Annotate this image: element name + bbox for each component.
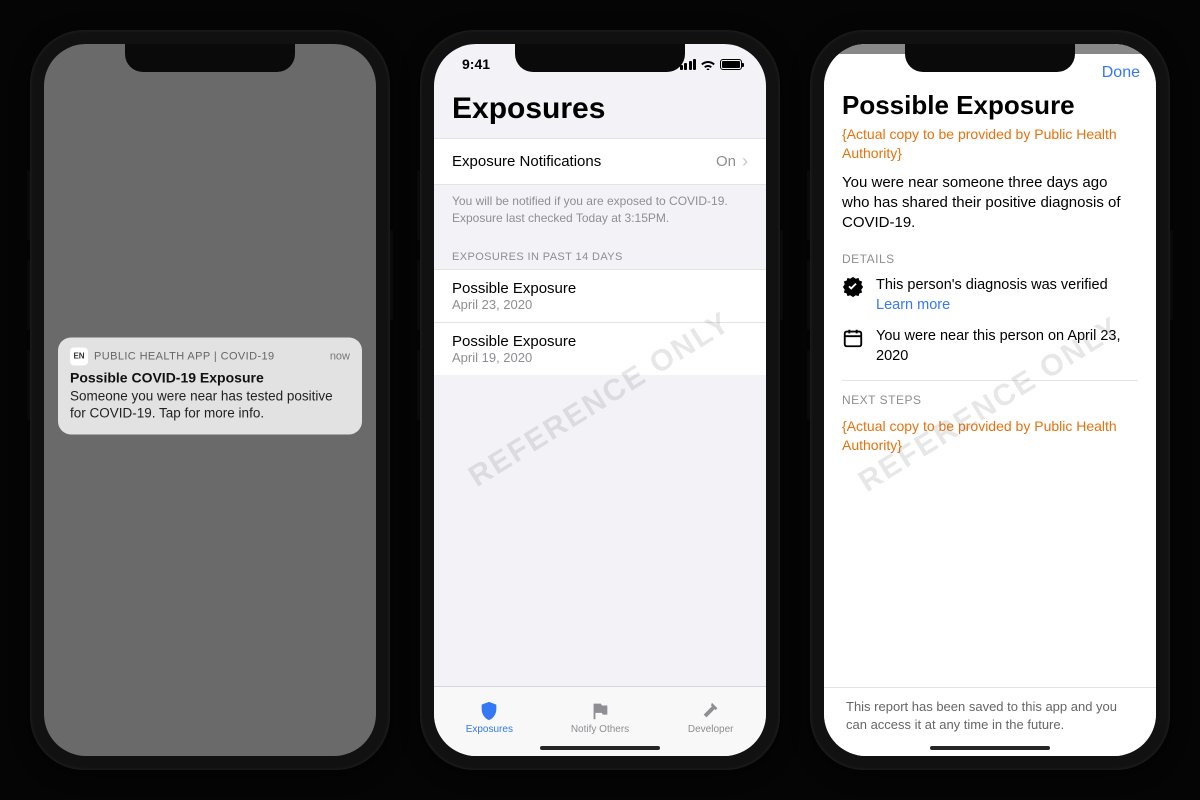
tab-label: Notify Others xyxy=(571,724,629,735)
detail-text: This person's diagnosis was verified xyxy=(876,276,1108,296)
wifi-icon xyxy=(700,58,716,70)
detail-text: You were near this person on April 23, 2… xyxy=(876,327,1138,366)
row-label: Exposure Notifications xyxy=(452,153,601,170)
notification-body: Someone you were near has tested positiv… xyxy=(70,387,350,422)
notification-banner[interactable]: EN PUBLIC HEALTH APP | COVID-19 now Poss… xyxy=(58,337,362,434)
exposure-notifications-row[interactable]: Exposure Notifications On › xyxy=(434,138,766,185)
detail-date: You were near this person on April 23, 2… xyxy=(842,327,1138,366)
divider xyxy=(842,380,1138,381)
tab-label: Exposures xyxy=(466,724,513,735)
tab-label: Developer xyxy=(688,724,734,735)
verified-badge-icon xyxy=(842,276,864,298)
phone-lockscreen: EN PUBLIC HEALTH APP | COVID-19 now Poss… xyxy=(30,30,390,770)
home-indicator[interactable] xyxy=(930,746,1050,750)
details-header: DETAILS xyxy=(842,252,1138,266)
section-header: EXPOSURES IN PAST 14 DAYS xyxy=(434,245,766,269)
tab-exposures[interactable]: Exposures xyxy=(434,687,545,756)
hammer-icon xyxy=(699,700,723,722)
settings-description: You will be notified if you are exposed … xyxy=(434,185,766,245)
list-item-title: Possible Exposure xyxy=(452,333,748,350)
status-time: 9:41 xyxy=(462,56,490,72)
footer-note: This report has been saved to this app a… xyxy=(842,698,1138,734)
notch xyxy=(905,44,1075,72)
page-title: Possible Exposure xyxy=(842,90,1138,121)
list-item-date: April 23, 2020 xyxy=(452,297,748,312)
flag-icon xyxy=(588,700,612,722)
notification-title: Possible COVID-19 Exposure xyxy=(70,369,350,385)
row-value: On xyxy=(716,153,736,170)
notification-time: now xyxy=(330,350,350,362)
home-indicator[interactable] xyxy=(540,746,660,750)
chevron-right-icon: › xyxy=(742,151,748,172)
done-button[interactable]: Done xyxy=(1102,64,1140,82)
battery-icon xyxy=(720,59,742,70)
notch xyxy=(515,44,685,72)
notification-app-icon: EN xyxy=(70,347,88,365)
phone-exposure-detail: 9:41 .phone:nth-child(4) .battery::after… xyxy=(810,30,1170,770)
notch xyxy=(125,44,295,72)
learn-more-link[interactable]: Learn more xyxy=(876,297,1108,313)
detail-verified: This person's diagnosis was verified Lea… xyxy=(842,276,1138,314)
exposure-summary: You were near someone three days ago who… xyxy=(842,173,1138,234)
next-steps-header: NEXT STEPS xyxy=(842,393,1138,407)
list-item-title: Possible Exposure xyxy=(452,280,748,297)
list-item-date: April 19, 2020 xyxy=(452,350,748,365)
phone-exposures-list: 9:41 Exposures Exposure Notifications On… xyxy=(420,30,780,770)
exposure-list-item[interactable]: Possible Exposure April 23, 2020 xyxy=(434,269,766,322)
notification-app-name: PUBLIC HEALTH APP | COVID-19 xyxy=(94,350,324,362)
shield-icon xyxy=(477,700,501,722)
tab-developer[interactable]: Developer xyxy=(655,687,766,756)
placeholder-copy: {Actual copy to be provided by Public He… xyxy=(842,125,1138,163)
exposure-list-item[interactable]: Possible Exposure April 19, 2020 xyxy=(434,322,766,375)
placeholder-copy: {Actual copy to be provided by Public He… xyxy=(842,417,1138,455)
calendar-icon xyxy=(842,327,864,349)
page-title: Exposures xyxy=(434,84,766,138)
